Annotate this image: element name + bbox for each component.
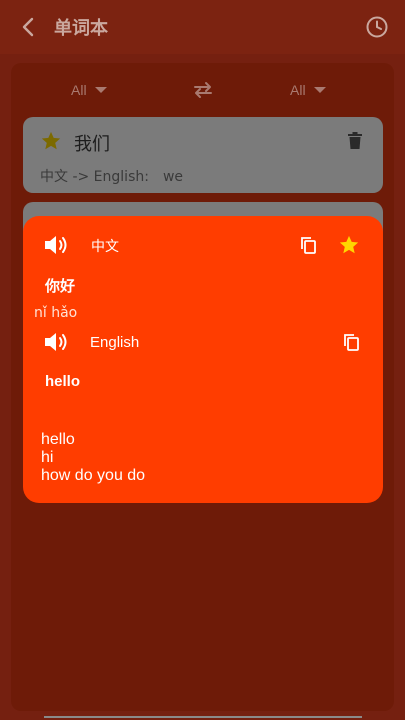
favorite-toggle[interactable] bbox=[40, 130, 62, 152]
speaker-icon bbox=[45, 236, 67, 254]
clock-icon bbox=[366, 16, 388, 38]
chevron-down-icon bbox=[313, 87, 326, 93]
favorite-toggle[interactable] bbox=[338, 234, 360, 256]
language-filter-row: All All bbox=[11, 70, 394, 110]
source-language-dropdown[interactable]: All bbox=[71, 82, 107, 98]
app-bar: 单词本 bbox=[0, 0, 405, 54]
star-icon bbox=[339, 235, 359, 254]
list-item: hello bbox=[41, 431, 75, 448]
speaker-icon bbox=[45, 333, 67, 351]
list-item: how do you do bbox=[41, 467, 146, 484]
word-detail-dialog: 中文 你好 nǐ hǎo English hello hello hi how … bbox=[23, 216, 383, 503]
star-icon bbox=[41, 131, 61, 150]
source-language-value: All bbox=[71, 82, 87, 98]
trash-icon bbox=[348, 132, 362, 149]
source-language-label: 中文 bbox=[91, 239, 119, 255]
history-button[interactable] bbox=[365, 15, 389, 39]
bottom-divider bbox=[44, 716, 362, 718]
list-item-word: 我们 bbox=[74, 134, 110, 155]
copy-icon bbox=[344, 334, 359, 351]
play-source-audio-button[interactable] bbox=[43, 233, 71, 257]
target-word: hello bbox=[45, 373, 81, 390]
copy-target-button[interactable] bbox=[342, 333, 360, 351]
play-target-audio-button[interactable] bbox=[43, 330, 71, 354]
translation-direction: 中文 -> English: bbox=[40, 169, 149, 185]
swap-languages-button[interactable] bbox=[192, 81, 214, 99]
chevron-down-icon bbox=[94, 87, 107, 93]
list-item-meta: 中文 -> English: we bbox=[40, 166, 183, 186]
page-title: 单词本 bbox=[54, 18, 108, 39]
back-button[interactable] bbox=[18, 14, 38, 40]
translation-list: hello hi how do you do bbox=[41, 431, 145, 485]
target-language-label: English bbox=[90, 334, 140, 351]
list-item-translation: we bbox=[162, 169, 184, 185]
delete-button[interactable] bbox=[347, 132, 363, 150]
copy-icon bbox=[301, 237, 316, 254]
target-language-value: All bbox=[290, 82, 306, 98]
source-word: 你好 bbox=[45, 277, 76, 295]
pinyin-text: nǐ hǎo bbox=[34, 305, 78, 321]
list-item[interactable]: 我们 中文 -> English: we bbox=[23, 117, 383, 193]
copy-source-button[interactable] bbox=[299, 236, 317, 254]
arrow-left-icon bbox=[22, 17, 34, 37]
target-language-dropdown[interactable]: All bbox=[290, 82, 326, 98]
swap-arrows-icon bbox=[194, 82, 212, 98]
list-item: hi bbox=[41, 449, 54, 466]
